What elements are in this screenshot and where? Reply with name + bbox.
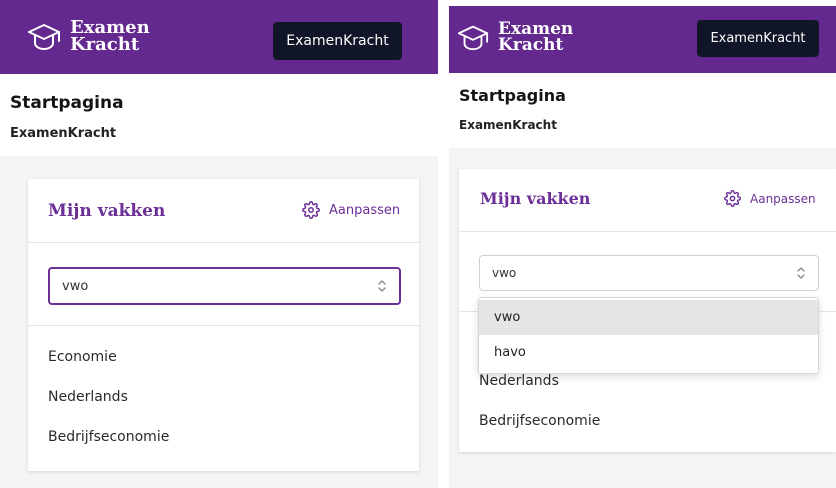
- screen-left: Examen Kracht ExamenKracht Startpagina E…: [0, 0, 438, 488]
- chevron-up-down-icon: [797, 267, 805, 279]
- level-select[interactable]: vwo: [479, 255, 819, 291]
- brand-name-line2: Kracht: [498, 35, 564, 56]
- page-subtitle: ExamenKracht: [459, 118, 557, 132]
- adjust-button[interactable]: Aanpassen: [724, 190, 816, 207]
- gear-icon: [724, 190, 741, 207]
- adjust-button[interactable]: Aanpassen: [302, 201, 400, 219]
- gear-icon: [302, 201, 320, 219]
- my-subjects-card: Mijn vakken Aanpassen vwo Economie Neder…: [28, 179, 419, 471]
- brand-logo[interactable]: Examen Kracht: [27, 18, 150, 56]
- chevron-up-down-icon: [378, 280, 386, 292]
- subject-item[interactable]: Economie: [48, 349, 117, 365]
- card-divider: [28, 242, 419, 243]
- page-header: Startpagina ExamenKracht: [0, 74, 438, 156]
- level-dropdown-menu: vwo havo: [478, 297, 819, 374]
- level-select-value: vwo: [62, 278, 89, 294]
- page-title: Startpagina: [10, 93, 124, 113]
- dropdown-option-vwo[interactable]: vwo: [479, 300, 818, 335]
- brand-logo[interactable]: Examen Kracht: [457, 20, 573, 56]
- examenkracht-button[interactable]: ExamenKracht: [273, 22, 402, 60]
- graduation-cap-icon: [27, 19, 61, 53]
- adjust-label: Aanpassen: [750, 191, 816, 206]
- page-header: Startpagina ExamenKracht: [449, 73, 836, 148]
- level-select[interactable]: vwo: [48, 267, 401, 305]
- card-divider: [28, 325, 419, 326]
- graduation-cap-icon: [457, 21, 489, 53]
- card-divider: [459, 231, 836, 232]
- navbar: Examen Kracht ExamenKracht: [449, 6, 836, 73]
- level-select-value: vwo: [492, 266, 517, 280]
- dropdown-option-havo[interactable]: havo: [479, 335, 818, 370]
- navbar: Examen Kracht ExamenKracht: [0, 0, 438, 74]
- screen-right: Examen Kracht ExamenKracht Startpagina E…: [449, 6, 836, 488]
- subject-item[interactable]: Nederlands: [479, 373, 559, 389]
- card-title: Mijn vakken: [480, 189, 591, 208]
- examenkracht-button[interactable]: ExamenKracht: [697, 20, 819, 57]
- subject-item[interactable]: Bedrijfseconomie: [48, 429, 169, 445]
- page-title: Startpagina: [459, 86, 566, 105]
- page-subtitle: ExamenKracht: [10, 126, 117, 141]
- brand-name-line2: Kracht: [70, 34, 140, 56]
- subject-item[interactable]: Bedrijfseconomie: [479, 413, 600, 429]
- adjust-label: Aanpassen: [329, 202, 401, 218]
- subject-item[interactable]: Nederlands: [48, 389, 128, 405]
- card-title: Mijn vakken: [48, 201, 166, 221]
